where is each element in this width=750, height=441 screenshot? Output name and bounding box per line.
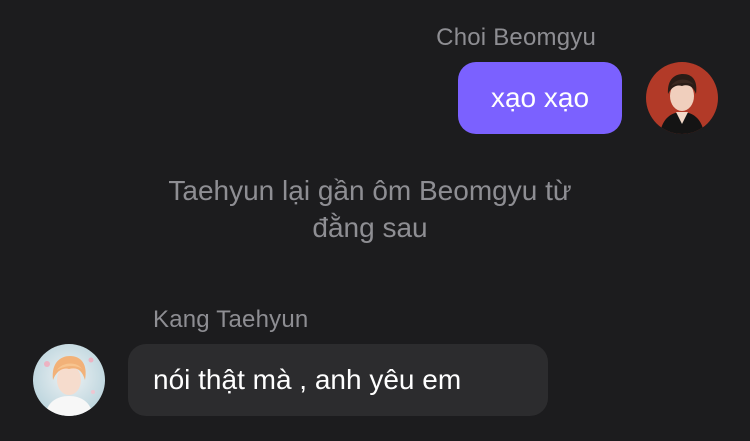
outgoing-message-bubble[interactable]: xạo xạo <box>458 62 622 134</box>
incoming-message-text: nói thật mà , anh yêu em <box>153 364 462 395</box>
incoming-message-bubble[interactable]: nói thật mà , anh yêu em <box>128 344 548 416</box>
narration-text: Taehyun lại gần ôm Beomgyu từ đằng sau <box>120 172 620 246</box>
chat-view: Choi Beomgyu xạo xạo Taehyun lại gần ôm … <box>0 0 750 441</box>
narration-line: Taehyun lại gần ôm Beomgyu từ <box>168 175 572 206</box>
avatar-choi-beomgyu[interactable] <box>646 62 718 134</box>
avatar-kang-taehyun[interactable] <box>33 344 105 416</box>
outgoing-message-text: xạo xạo <box>490 82 590 113</box>
profile-photo-icon <box>33 344 105 416</box>
sender-name-choi-beomgyu: Choi Beomgyu <box>436 24 596 51</box>
profile-photo-icon <box>646 62 718 134</box>
sender-name-kang-taehyun: Kang Taehyun <box>153 306 309 333</box>
narration-line: đằng sau <box>312 212 428 243</box>
